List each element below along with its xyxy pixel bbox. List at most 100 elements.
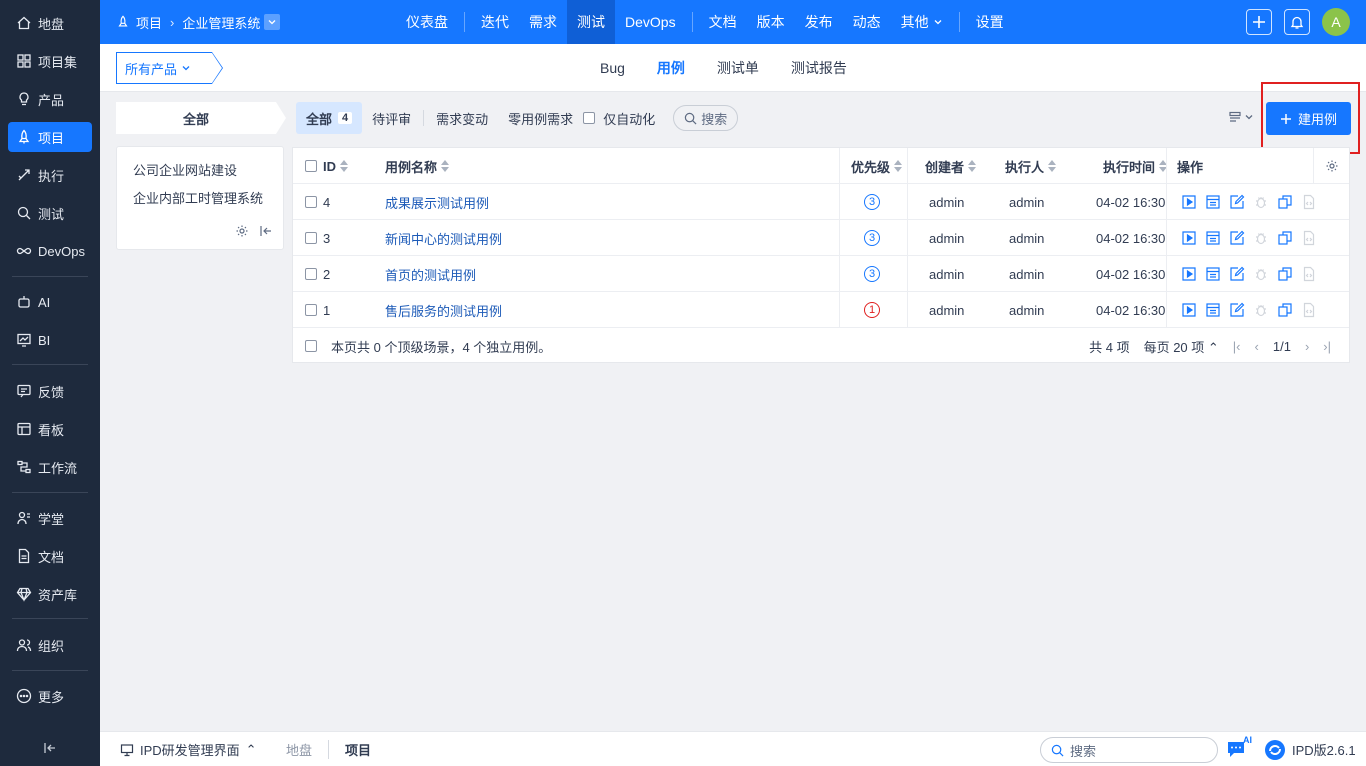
- sidebar-item-devops[interactable]: DevOps: [8, 236, 92, 266]
- bottom-crumb-project[interactable]: 项目: [328, 740, 387, 759]
- global-search-input[interactable]: 搜索: [1040, 737, 1218, 763]
- col-pri[interactable]: 优先级: [851, 148, 903, 184]
- tab-testreport[interactable]: 测试报告: [791, 58, 847, 78]
- sidebar-item-feedback[interactable]: 反馈: [8, 376, 92, 406]
- case-title-link[interactable]: 售后服务的测试用例: [385, 292, 502, 328]
- prev-page-icon[interactable]: ‹: [1255, 339, 1259, 354]
- last-page-icon[interactable]: ›|: [1323, 339, 1331, 354]
- result-icon[interactable]: [1204, 193, 1222, 211]
- sidebar-item-more[interactable]: 更多: [8, 681, 92, 711]
- view-mode-toggle[interactable]: [1228, 110, 1254, 124]
- module-all-tab[interactable]: 全部: [116, 102, 286, 134]
- col-creator[interactable]: 创建者: [925, 148, 977, 184]
- edit-icon[interactable]: [1228, 265, 1246, 283]
- nav-dashboard[interactable]: 仪表盘: [396, 0, 458, 44]
- tab-bug[interactable]: Bug: [600, 60, 625, 76]
- nav-devops[interactable]: DevOps: [615, 0, 686, 44]
- nav-release[interactable]: 发布: [795, 0, 843, 44]
- row-checkbox[interactable]: [305, 292, 317, 328]
- sidebar-item-kanban[interactable]: 看板: [8, 414, 92, 444]
- table-row[interactable]: 2 首页的测试用例 3 admin admin 04-02 16:30: [293, 256, 1349, 292]
- project-switch-dropdown[interactable]: [264, 14, 281, 30]
- module-item[interactable]: 公司企业网站建设: [133, 160, 237, 179]
- copy-icon[interactable]: [1276, 265, 1294, 283]
- copy-icon[interactable]: [1276, 301, 1294, 319]
- col-exec-time[interactable]: 执行时间: [1103, 148, 1168, 184]
- filter-all[interactable]: 全部 4: [296, 102, 363, 134]
- case-title-link[interactable]: 新闻中心的测试用例: [385, 220, 502, 256]
- column-settings-gear-icon[interactable]: [1325, 148, 1339, 184]
- col-id[interactable]: ID: [323, 148, 348, 184]
- col-title[interactable]: 用例名称: [385, 148, 450, 184]
- filter-review[interactable]: 待评审: [362, 102, 421, 134]
- sidebar-item-workflow[interactable]: 工作流: [8, 452, 92, 482]
- module-item[interactable]: 企业内部工时管理系统: [133, 188, 263, 207]
- sidebar-item-execution[interactable]: 执行: [8, 160, 92, 190]
- tab-testcase[interactable]: 用例: [657, 58, 685, 78]
- sidebar-item-school[interactable]: 学堂: [8, 503, 92, 533]
- row-checkbox[interactable]: [305, 220, 317, 256]
- run-icon[interactable]: [1180, 265, 1198, 283]
- per-page-select[interactable]: 每页 20 项 ⌃: [1144, 337, 1219, 356]
- copy-icon[interactable]: [1276, 229, 1294, 247]
- table-row[interactable]: 1 售后服务的测试用例 1 admin admin 04-02 16:30: [293, 292, 1349, 328]
- bottom-crumb-dashboard[interactable]: 地盘: [270, 740, 328, 759]
- avatar[interactable]: A: [1322, 8, 1350, 36]
- next-page-icon[interactable]: ›: [1305, 339, 1309, 354]
- version-info[interactable]: IPD版2.6.1: [1264, 732, 1356, 766]
- auto-only-checkbox[interactable]: [583, 112, 596, 124]
- footer-checkbox[interactable]: [305, 340, 317, 352]
- nav-settings[interactable]: 设置: [966, 0, 1014, 44]
- sidebar-item-org[interactable]: 组织: [8, 630, 92, 660]
- ipd-interface-switch[interactable]: IPD研发管理界面 ⌃: [120, 732, 257, 766]
- sidebar-item-product[interactable]: 产品: [8, 84, 92, 114]
- run-icon[interactable]: [1180, 229, 1198, 247]
- table-row[interactable]: 4 成果展示测试用例 3 admin admin 04-02 16:30: [293, 184, 1349, 220]
- result-icon[interactable]: [1204, 229, 1222, 247]
- bell-icon[interactable]: [1284, 9, 1310, 35]
- sidebar-item-bi[interactable]: BI: [8, 325, 92, 355]
- run-icon[interactable]: [1180, 193, 1198, 211]
- collapse-panel-icon[interactable]: [259, 224, 273, 241]
- sidebar-item-ai[interactable]: AI: [8, 287, 92, 317]
- product-select[interactable]: 所有产品: [116, 52, 223, 84]
- ai-chat-icon[interactable]: AI: [1226, 735, 1252, 760]
- collapse-sidebar-icon[interactable]: [40, 738, 60, 758]
- sidebar-item-dashboard[interactable]: 地盘: [8, 8, 92, 38]
- case-title-link[interactable]: 首页的测试用例: [385, 256, 476, 292]
- edit-icon[interactable]: [1228, 229, 1246, 247]
- breadcrumb-project-name[interactable]: 企业管理系统: [182, 13, 260, 32]
- case-title-link[interactable]: 成果展示测试用例: [385, 184, 489, 220]
- sidebar-item-test[interactable]: 测试: [8, 198, 92, 228]
- filter-auto-only[interactable]: 仅自动化: [583, 102, 665, 134]
- sidebar-item-program[interactable]: 项目集: [8, 46, 92, 76]
- nav-dynamic[interactable]: 动态: [843, 0, 891, 44]
- result-icon[interactable]: [1204, 265, 1222, 283]
- edit-icon[interactable]: [1228, 301, 1246, 319]
- breadcrumb-project-root[interactable]: 项目: [136, 13, 162, 32]
- copy-icon[interactable]: [1276, 193, 1294, 211]
- run-icon[interactable]: [1180, 301, 1198, 319]
- row-checkbox[interactable]: [305, 184, 317, 220]
- nav-test[interactable]: 测试: [567, 0, 615, 44]
- plus-icon[interactable]: [1246, 9, 1272, 35]
- tab-testtask[interactable]: 测试单: [717, 58, 759, 78]
- sidebar-item-doc[interactable]: 文档: [8, 541, 92, 571]
- gear-icon[interactable]: [235, 224, 249, 241]
- table-row[interactable]: 3 新闻中心的测试用例 3 admin admin 04-02 16:30: [293, 220, 1349, 256]
- search-button[interactable]: 搜索: [673, 105, 739, 131]
- select-all-checkbox[interactable]: [305, 148, 317, 184]
- sidebar-item-project[interactable]: 项目: [8, 122, 92, 152]
- first-page-icon[interactable]: |‹: [1233, 339, 1241, 354]
- nav-doc[interactable]: 文档: [699, 0, 747, 44]
- nav-other[interactable]: 其他: [891, 0, 953, 44]
- nav-iteration[interactable]: 迭代: [471, 0, 519, 44]
- nav-build[interactable]: 版本: [747, 0, 795, 44]
- edit-icon[interactable]: [1228, 193, 1246, 211]
- filter-story-changed[interactable]: 需求变动: [426, 102, 498, 134]
- sidebar-item-assets[interactable]: 资产库: [8, 579, 92, 609]
- col-executor[interactable]: 执行人: [1005, 148, 1057, 184]
- filter-zero-case[interactable]: 零用例需求: [498, 102, 583, 134]
- row-checkbox[interactable]: [305, 256, 317, 292]
- result-icon[interactable]: [1204, 301, 1222, 319]
